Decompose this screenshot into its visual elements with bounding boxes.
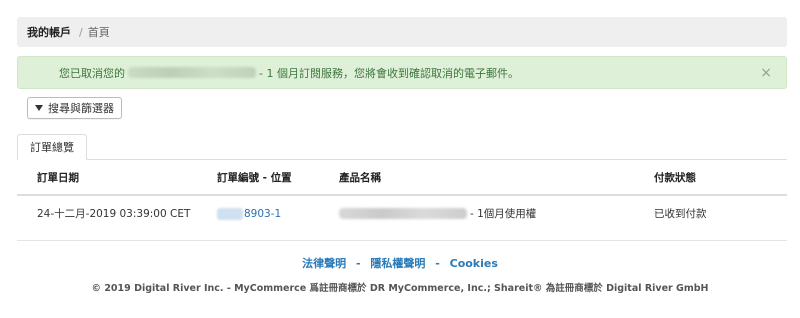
search-filter-button[interactable]: 搜尋與篩選器 [27,97,122,119]
footer-links: 法律聲明 - 隱私權聲明 - Cookies [0,255,800,271]
close-icon[interactable]: × [760,65,772,81]
product-name: - 1個月使用權 [339,198,536,229]
breadcrumb-current: 我的帳戶 [27,26,71,39]
privacy-notice-link[interactable]: 隱私權聲明 [370,257,425,270]
order-number-blurred [217,207,243,220]
product-name-blurred [339,208,467,219]
order-number-link[interactable]: 8903-1 [217,198,281,229]
search-filter-label: 搜尋與篩選器 [48,102,114,115]
table-row: 24-十二月-2019 03:39:00 CET 8903-1 - 1個月使用權… [17,198,787,229]
order-date: 24-十二月-2019 03:39:00 CET [37,208,191,220]
footer-separator: - [355,257,361,270]
funnel-icon [35,105,43,111]
order-number-suffix[interactable]: 8903-1 [244,208,281,220]
legal-notice-link[interactable]: 法律聲明 [302,257,346,270]
header-order-date: 訂單日期 [37,171,79,184]
payment-status: 已收到付款 [654,208,707,220]
copyright-text: © 2019 Digital River Inc. - MyCommerce 爲… [91,283,709,294]
header-payment-status: 付款狀態 [654,171,696,184]
cookies-link[interactable]: Cookies [450,257,498,270]
breadcrumb-separator: / [79,25,83,39]
product-name-suffix: - 1個月使用權 [470,208,537,220]
alert-prefix: 您已取消您的 [59,66,125,80]
breadcrumb: 我的帳戶 / 首頁 [17,17,787,47]
header-product-name: 產品名稱 [339,171,381,184]
footer-separator: - [435,257,440,270]
success-alert: 您已取消您的 - 1 個月訂閱服務，您將會收到確認取消的電子郵件。 × [17,56,787,89]
tab-label: 訂單總覽 [30,141,74,154]
orders-table-header: 訂單日期 訂單編號 - 位置 產品名稱 付款狀態 [17,160,787,196]
tab-order-overview[interactable]: 訂單總覽 [17,134,87,160]
breadcrumb-home-link[interactable]: 首頁 [88,24,110,40]
header-order-number: 訂單編號 - 位置 [217,171,292,184]
alert-blurred-product [128,67,256,78]
alert-suffix: - 1 個月訂閱服務，您將會收到確認取消的電子郵件。 [259,66,519,80]
footer-divider [17,240,787,241]
